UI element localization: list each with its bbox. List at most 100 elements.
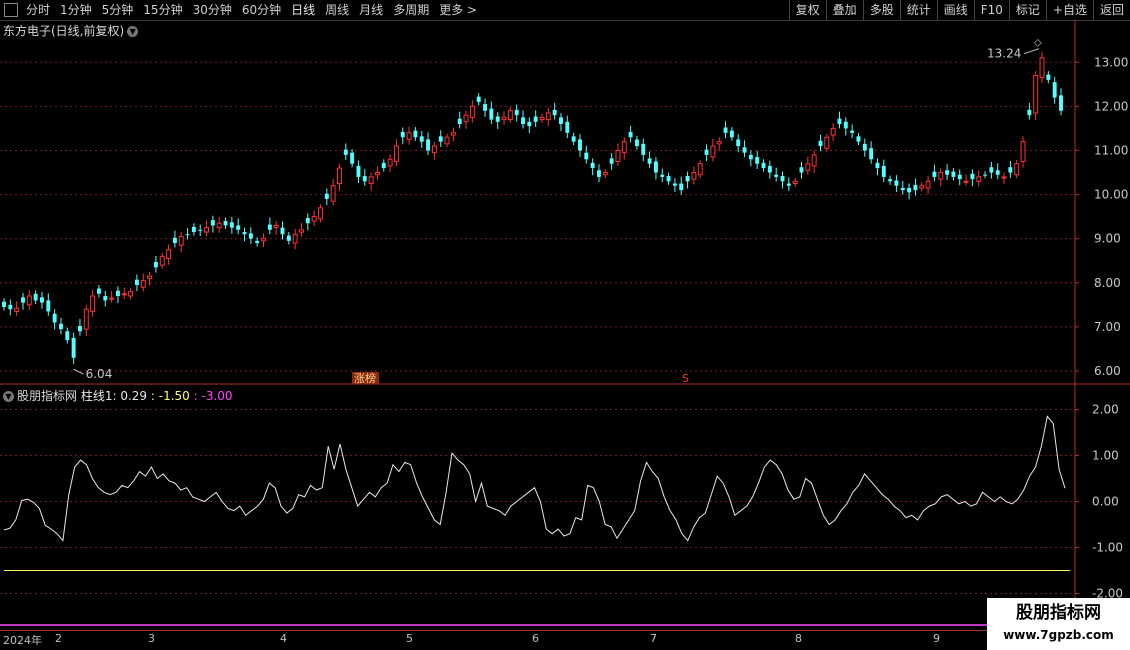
candle	[387, 153, 393, 173]
candle-body	[628, 131, 633, 138]
candle	[191, 223, 196, 236]
candle	[393, 138, 399, 166]
candle	[1059, 88, 1063, 116]
candle	[869, 141, 874, 164]
candle-body	[216, 222, 222, 229]
candle	[495, 112, 500, 129]
candle	[957, 169, 962, 186]
candle-body	[894, 180, 899, 186]
indicator-name: 股朋指标网	[17, 389, 78, 403]
candle-body	[539, 116, 545, 121]
month-label: 5	[406, 632, 413, 645]
candle-body	[280, 227, 285, 235]
candle	[2, 298, 6, 311]
candle	[198, 224, 203, 237]
candle-body	[710, 145, 716, 158]
candle	[634, 135, 639, 150]
candle-body	[406, 132, 412, 140]
candle	[109, 291, 115, 303]
candle-body	[578, 139, 582, 151]
month-label: 8	[795, 632, 802, 645]
candle	[995, 163, 1000, 180]
candle	[862, 138, 867, 157]
candle-body	[305, 217, 310, 224]
candle	[1052, 76, 1057, 104]
candle-body	[153, 262, 158, 268]
chevron-down-icon[interactable]: ▼	[3, 391, 14, 402]
candle	[685, 171, 690, 189]
candle-body	[545, 112, 551, 121]
candle	[596, 164, 601, 183]
candle	[894, 175, 899, 192]
candle-body	[431, 145, 437, 154]
candle-body	[90, 295, 96, 312]
candle-body	[350, 152, 355, 164]
candle	[419, 131, 424, 148]
candle-body	[602, 172, 608, 176]
candle	[539, 113, 545, 124]
candle-body	[273, 224, 279, 229]
candle-body	[210, 220, 215, 226]
candle-body	[489, 108, 494, 120]
candle-body	[324, 193, 329, 199]
candle-body	[900, 187, 905, 191]
candle	[666, 172, 671, 185]
candle-body	[198, 229, 203, 231]
candle	[476, 93, 481, 106]
candle	[710, 138, 716, 162]
low-arrow	[73, 368, 84, 375]
candle	[185, 228, 190, 240]
indicator-title[interactable]: ▼ 股朋指标网 柱线1: 0.29 : -1.50 : -3.00	[3, 387, 233, 404]
candle-body	[780, 176, 785, 182]
candle-body	[236, 225, 241, 230]
indicator-value-b: : -1.50	[150, 389, 190, 403]
candle	[368, 172, 374, 191]
candle-body	[761, 162, 766, 169]
candle	[248, 227, 253, 244]
candle-body	[336, 167, 342, 185]
candle-body	[913, 184, 918, 191]
candle-body	[368, 176, 374, 185]
candle-body	[14, 307, 20, 312]
candle	[267, 217, 272, 235]
candle-body	[83, 308, 89, 330]
candle-body	[514, 109, 519, 116]
candle	[767, 160, 772, 179]
candle	[33, 290, 38, 304]
candle	[938, 168, 944, 187]
y-tick-label: 0.00	[1092, 495, 1119, 509]
candle	[1039, 51, 1045, 83]
indicator-value-a: 柱线1: 0.29	[80, 389, 148, 403]
candle	[837, 111, 842, 129]
candle	[552, 102, 557, 120]
candle-body	[292, 233, 298, 244]
candle	[318, 204, 323, 223]
candle	[729, 127, 734, 141]
candle-body	[1020, 141, 1026, 162]
candle	[641, 138, 646, 162]
candle	[951, 168, 956, 181]
candle	[628, 125, 633, 143]
candle	[736, 134, 741, 153]
candle-body	[469, 105, 475, 118]
candle-body	[191, 226, 196, 233]
candle	[96, 284, 101, 298]
candle-body	[666, 176, 671, 182]
candle	[919, 182, 925, 192]
kline-chart[interactable]: 13.00 12.00 11.00 10.00 9.00 8.00 7.00 6.00 2.00…	[0, 0, 1130, 650]
candle	[533, 110, 538, 128]
candle	[545, 107, 551, 126]
candle	[483, 98, 487, 117]
candle-body	[672, 183, 677, 186]
candle-body	[1052, 82, 1057, 98]
candle-body	[647, 158, 652, 164]
candle-body	[976, 176, 982, 182]
candle	[514, 104, 519, 122]
candle-body	[1046, 74, 1051, 80]
candle-body	[786, 183, 791, 186]
candle	[324, 188, 329, 206]
candle-body	[381, 162, 386, 169]
candle	[976, 170, 982, 187]
candle	[843, 117, 848, 136]
candle-body	[691, 172, 697, 180]
